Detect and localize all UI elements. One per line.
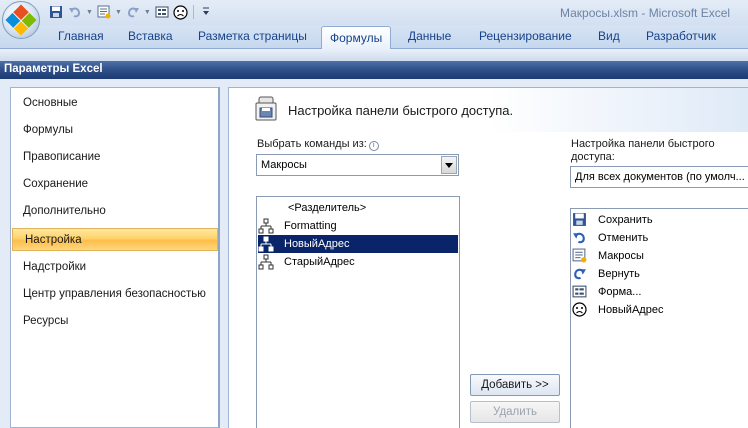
form-icon[interactable] (154, 4, 170, 20)
tab-insert[interactable]: Вставка (128, 29, 173, 49)
choose-commands-value: Макросы (261, 159, 307, 171)
choose-commands-label-text: Выбрать команды из: (257, 138, 367, 150)
tab-home[interactable]: Главная (58, 29, 104, 49)
list-item-label: СтарыйАдрес (284, 256, 355, 268)
panel-heading: Настройка панели быстрого доступа. (288, 103, 514, 118)
redo-icon (572, 266, 588, 282)
tab-view[interactable]: Вид (598, 29, 620, 49)
tab-page-layout[interactable]: Разметка страницы (198, 29, 307, 49)
macros-icon[interactable] (96, 4, 112, 20)
redo-icon[interactable] (125, 4, 141, 20)
list-item[interactable]: СтарыйАдрес (258, 253, 458, 271)
options-nav: Основные Формулы Правописание Сохранение… (10, 87, 220, 428)
tab-data[interactable]: Данные (408, 29, 451, 49)
tab-formulas[interactable]: Формулы (321, 26, 392, 50)
tab-developer[interactable]: Разработчик (646, 29, 716, 49)
quick-access-customize-icon (255, 96, 277, 122)
list-item-label: Форма... (598, 286, 642, 298)
ribbon-body (0, 49, 748, 61)
nav-item-advanced[interactable]: Дополнительно (11, 200, 217, 223)
list-item-label: Formatting (284, 220, 337, 232)
qat-label-line2: доступа: (571, 151, 615, 163)
tab-review[interactable]: Рецензирование (479, 29, 572, 49)
list-item[interactable]: <Разделитель> (258, 199, 458, 217)
office-button[interactable] (2, 1, 40, 39)
macro-tree-icon (258, 236, 274, 252)
qat-scope-value: Для всех документов (по умолч... (575, 171, 745, 183)
choose-commands-combo[interactable]: Макросы (256, 154, 459, 176)
save-icon[interactable] (48, 4, 64, 20)
form-icon (572, 284, 588, 300)
dialog-title: Параметры Excel (0, 61, 748, 79)
ribbon-tabs: Главная Вставка Разметка страницы Формул… (0, 25, 748, 50)
frown-face-icon (572, 302, 588, 318)
quick-access-toolbar: ▼ ▼ ▼ (48, 2, 214, 22)
list-item[interactable]: Formatting (258, 217, 458, 235)
list-item[interactable]: НовыйАдрес (572, 301, 748, 319)
nav-item-proofing[interactable]: Правописание (11, 146, 217, 169)
quick-access-customize-icon[interactable] (198, 4, 214, 20)
list-item[interactable]: Сохранить (572, 211, 748, 229)
redo-dropdown-icon[interactable]: ▼ (144, 9, 151, 16)
chevron-down-icon[interactable] (441, 156, 457, 174)
frown-face-icon[interactable] (173, 4, 189, 20)
nav-item-resources[interactable]: Ресурсы (11, 310, 217, 333)
choose-commands-label: Выбрать команды из: i (257, 138, 379, 151)
qat-scope-combo[interactable]: Для всех документов (по умолч... (570, 166, 748, 188)
info-icon: i (368, 141, 379, 151)
nav-item-formulas[interactable]: Формулы (11, 119, 217, 142)
list-item-label: НовыйАдрес (598, 304, 664, 316)
qat-label-line1: Настройка панели быстрого (571, 138, 715, 150)
list-item[interactable]: Отменить (572, 229, 748, 247)
undo-icon (572, 230, 588, 246)
list-item[interactable]: Вернуть (572, 265, 748, 283)
list-item-label: НовыйАдрес (284, 238, 350, 250)
undo-dropdown-icon[interactable]: ▼ (86, 9, 93, 16)
list-item-label: Макросы (598, 250, 644, 262)
nav-item-customize[interactable]: Настройка (12, 228, 218, 251)
remove-button[interactable]: Удалить (470, 401, 560, 423)
macros-dropdown-icon[interactable]: ▼ (115, 9, 122, 16)
title-bar: ▼ ▼ ▼ Макросы.xlsm - Microsoft Excel (0, 0, 748, 25)
add-button[interactable]: Добавить >> (470, 374, 560, 396)
save-icon (572, 212, 588, 228)
list-item-label: Сохранить (598, 214, 653, 226)
customize-panel: Настройка панели быстрого доступа. Выбра… (228, 87, 748, 428)
nav-item-popular[interactable]: Основные (11, 92, 217, 115)
macro-tree-icon (258, 254, 274, 270)
qat-separator (192, 5, 194, 19)
list-item-label: Отменить (598, 232, 649, 244)
list-item-label: <Разделитель> (288, 202, 367, 214)
nav-item-save[interactable]: Сохранение (11, 173, 217, 196)
qat-list[interactable]: Сохранить Отменить Макросы Вернуть Форма… (570, 208, 748, 428)
list-item[interactable]: Макросы (572, 247, 748, 265)
undo-icon[interactable] (67, 4, 83, 20)
window-title: Макросы.xlsm - Microsoft Excel (560, 6, 731, 20)
macro-tree-icon (258, 218, 274, 234)
nav-item-addins[interactable]: Надстройки (11, 256, 217, 279)
list-item-label: Вернуть (598, 268, 640, 280)
nav-item-trust-center[interactable]: Центр управления безопасностью (11, 283, 217, 306)
list-item-selected[interactable]: НовыйАдрес (258, 235, 458, 253)
commands-list[interactable]: <Разделитель> Formatting НовыйАдрес Стар… (256, 196, 460, 428)
office-button-icon (5, 4, 37, 36)
list-item[interactable]: Форма... (572, 283, 748, 301)
macros-icon (572, 248, 588, 264)
